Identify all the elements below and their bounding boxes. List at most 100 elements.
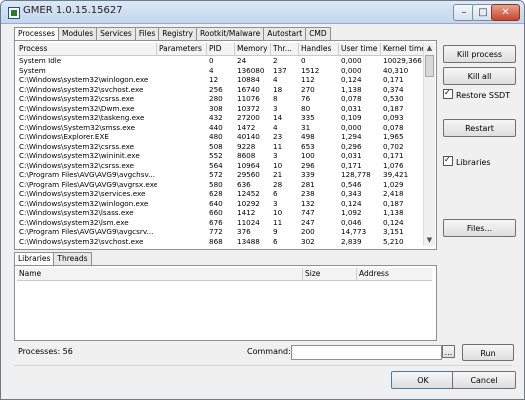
- cell-process: C:\Windows\system32\winlogon.exe: [19, 198, 149, 208]
- tab-libraries[interactable]: Libraries: [14, 252, 55, 266]
- cell-pid: 256: [209, 84, 223, 94]
- cell-kernel-time: 0,171: [383, 151, 404, 160]
- table-row[interactable]: C:\Windows\system32\wininit.exe 552 8608 3 1…: [17, 151, 423, 160]
- cell-kernel-time: 3,151: [383, 227, 404, 236]
- column-user-time[interactable]: User time: [339, 43, 381, 55]
- cell-kernel-time: 1,965: [383, 132, 404, 141]
- run-button[interactable]: Run: [462, 344, 514, 361]
- checkbox-checked-icon[interactable]: [443, 155, 453, 166]
- cell-threads: 137: [273, 65, 287, 75]
- cell-kernel-time: 0,702: [383, 141, 404, 151]
- cell-user-time: 14,773: [341, 227, 367, 236]
- cell-user-time: 0,296: [341, 141, 362, 151]
- tab-cmd[interactable]: CMD: [305, 27, 331, 40]
- cell-process: C:\Program Files\AVG\AVG9\avgrsx.exe: [19, 179, 157, 189]
- cell-threads: 8: [273, 94, 278, 103]
- table-row[interactable]: C:\Program Files\AVG\AVG9\avgcsrv... 772 3…: [17, 227, 423, 236]
- cancel-button[interactable]: Cancel: [452, 371, 516, 389]
- main-tabs: Processes Modules Services Files Registry Roo…: [14, 27, 331, 41]
- processes-panel: Process Parameters PID Memory Thr... Han…: [14, 40, 437, 250]
- tab-autostart[interactable]: Autostart: [263, 27, 307, 40]
- cell-handles: 498: [301, 132, 315, 141]
- table-row[interactable]: C:\Windows\system32\Dwm.exe 308 10372 3 80 0,…: [17, 104, 423, 113]
- cell-process: C:\Windows\system32\svchost.exe: [19, 84, 144, 94]
- cell-kernel-time: 0,093: [383, 113, 404, 122]
- tab-services[interactable]: Services: [96, 27, 136, 40]
- cell-process: C:\Windows\system32\svchost.exe: [19, 236, 144, 246]
- tab-registry[interactable]: Registry: [158, 27, 197, 40]
- table-row[interactable]: C:\Windows\System32\smss.exe 440 1472 4 31 0,…: [17, 123, 423, 132]
- table-row[interactable]: C:\Windows\system32\services.exe 628 12452…: [17, 189, 423, 198]
- column-process[interactable]: Process: [17, 43, 157, 55]
- scroll-thumb[interactable]: [425, 55, 434, 77]
- cell-memory: 10372: [237, 103, 260, 113]
- libraries-checkbox[interactable]: Libraries: [443, 155, 491, 167]
- cell-user-time: 0,000: [341, 65, 362, 75]
- process-table[interactable]: Process Parameters PID Memory Thr... Han…: [17, 43, 423, 246]
- column-pid[interactable]: PID: [207, 43, 235, 55]
- table-row[interactable]: C:\Windows\system32\svchost.exe 868 13488 6…: [17, 237, 423, 246]
- cell-handles: 200: [301, 227, 315, 236]
- column-size[interactable]: Size: [303, 268, 357, 280]
- cell-pid: 628: [209, 189, 223, 198]
- tab-processes[interactable]: Processes: [14, 27, 59, 41]
- table-row[interactable]: C:\Windows\system32\csrss.exe 564 10964 10 2…: [17, 161, 423, 170]
- checkbox-checked-icon[interactable]: [443, 88, 453, 99]
- cell-process: C:\Windows\system32\Dwm.exe: [19, 103, 135, 113]
- cell-process: C:\Windows\system32\csrss.exe: [19, 160, 135, 170]
- cell-handles: 281: [301, 179, 315, 189]
- table-row[interactable]: C:\Windows\system32\csrss.exe 508 9228 11 65…: [17, 142, 423, 151]
- restore-ssdt-checkbox[interactable]: Restore SSDT: [443, 88, 510, 100]
- tab-modules[interactable]: Modules: [57, 27, 98, 40]
- kill-process-button[interactable]: Kill process: [443, 45, 516, 63]
- table-row[interactable]: C:\Program Files\AVG\AVG9\avgrsx.exe 580 6…: [17, 180, 423, 189]
- files-button[interactable]: Files...: [443, 219, 516, 237]
- tab-files[interactable]: Files: [134, 27, 160, 40]
- close-button[interactable]: ✕: [491, 4, 520, 21]
- gmer-window: GMER 1.0.15.15627 – □ ✕ Processes Modules…: [0, 0, 525, 400]
- tab-threads[interactable]: Threads: [53, 252, 92, 265]
- column-handles[interactable]: Handles: [299, 43, 339, 55]
- scroll-up-icon[interactable]: ▲: [424, 43, 435, 54]
- command-input[interactable]: [291, 345, 442, 360]
- column-threads[interactable]: Thr...: [271, 43, 299, 55]
- browse-button[interactable]: ...: [442, 345, 455, 358]
- cell-process: C:\Windows\system32\services.exe: [19, 189, 146, 198]
- ok-button[interactable]: OK: [391, 371, 455, 389]
- table-row[interactable]: C:\Windows\system32\lsass.exe 660 1412 10 74…: [17, 208, 423, 217]
- title-bar[interactable]: GMER 1.0.15.15627 – □ ✕: [1, 1, 524, 24]
- table-row[interactable]: System Idle 0 24 2 0 0,000 10029,366: [17, 56, 423, 65]
- column-name[interactable]: Name: [17, 268, 303, 280]
- table-row[interactable]: C:\Windows\system32\lsm.exe 676 11024 11 247…: [17, 218, 423, 227]
- cell-process: System: [19, 65, 46, 75]
- cell-memory: 40140: [237, 132, 260, 141]
- cell-kernel-time: 5,210: [383, 236, 404, 246]
- column-memory[interactable]: Memory: [235, 43, 271, 55]
- table-row[interactable]: C:\Windows\system32\winlogon.exe 640 10292…: [17, 199, 423, 208]
- table-row[interactable]: C:\Program Files\AVG\AVG9\avgchsv... 572 2…: [17, 170, 423, 179]
- table-row[interactable]: C:\Windows\system32\svchost.exe 256 16740 1…: [17, 85, 423, 94]
- table-row[interactable]: C:\Windows\Explorer.EXE 480 40140 23 498 1,29…: [17, 132, 423, 141]
- tab-rootkit-malware[interactable]: Rootkit/Malware: [195, 27, 265, 40]
- restart-button[interactable]: Restart: [443, 119, 516, 137]
- scroll-down-icon[interactable]: ▼: [424, 235, 435, 246]
- table-row[interactable]: C:\Windows\system32\winlogon.exe 12 10884 4…: [17, 75, 423, 84]
- cell-process: C:\Windows\System32\smss.exe: [19, 122, 136, 132]
- cell-user-time: 0,343: [341, 189, 362, 198]
- column-kernel-time[interactable]: Kernel time: [381, 43, 423, 55]
- cell-user-time: 1,138: [341, 84, 362, 94]
- cell-parameters: [157, 66, 207, 75]
- process-table-scrollbar[interactable]: ▲ ▼: [423, 43, 435, 246]
- cell-process: C:\Program Files\AVG\AVG9\avgcsrv...: [19, 227, 154, 236]
- cell-user-time: 0,000: [341, 122, 362, 132]
- column-address[interactable]: Address: [357, 268, 432, 280]
- cell-memory: 16740: [237, 84, 260, 94]
- table-row[interactable]: C:\Windows\system32\csrss.exe 280 11076 8 76…: [17, 94, 423, 103]
- cell-threads: 6: [273, 189, 278, 198]
- table-row[interactable]: C:\Windows\system32\taskeng.exe 432 27200 1…: [17, 113, 423, 122]
- column-parameters[interactable]: Parameters: [157, 43, 207, 55]
- kill-all-button[interactable]: Kill all: [443, 67, 516, 85]
- cell-memory: 376: [237, 227, 251, 236]
- cell-memory: 8608: [237, 151, 256, 160]
- table-row[interactable]: System 4 136080 137 1512 0,000 40,310: [17, 66, 423, 75]
